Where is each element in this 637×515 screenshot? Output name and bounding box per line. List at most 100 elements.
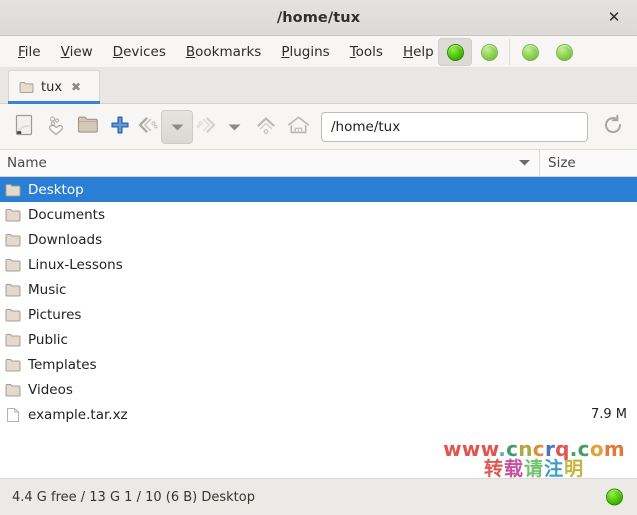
menu-mnemonic: P <box>281 43 290 60</box>
forward-history-button[interactable] <box>219 111 249 143</box>
file-row[interactable]: Linux-Lessons <box>0 252 637 277</box>
window-title: /home/tux <box>276 9 361 26</box>
file-row-name-cell: example.tar.xz <box>0 407 540 423</box>
title-bar: /home/tux ✕ <box>0 0 637 36</box>
file-row[interactable]: Videos <box>0 377 637 402</box>
column-header-size-label: Size <box>548 155 576 171</box>
menu-mnemonic: B <box>185 43 196 60</box>
file-name-label: Pictures <box>28 306 82 323</box>
file-row[interactable]: Documents <box>0 202 637 227</box>
window-close-button[interactable]: ✕ <box>603 7 625 29</box>
file-row[interactable]: Desktop <box>0 177 637 202</box>
plus-icon <box>110 115 130 139</box>
column-header-size[interactable]: Size <box>540 150 637 176</box>
file-row[interactable]: Public <box>0 327 637 352</box>
led-off-icon <box>480 43 498 61</box>
indicator-separator <box>509 39 510 65</box>
menu-item-plugins[interactable]: Plugins <box>271 40 339 64</box>
folder-icon <box>5 358 21 372</box>
led-off-icon <box>521 43 539 61</box>
view-mode-indicator-group <box>438 36 581 68</box>
file-name-label: Public <box>28 331 68 348</box>
file-name-label: Documents <box>28 206 105 223</box>
tab-bar: tux ✖ <box>0 68 637 104</box>
home-icon <box>287 115 310 139</box>
menu-bar: File View Devices Bookmarks Plugins Tools Help <box>0 36 637 68</box>
tab-tux[interactable]: tux ✖ <box>8 70 100 104</box>
column-header-name-label: Name <box>7 155 47 171</box>
file-row[interactable]: Downloads <box>0 227 637 252</box>
open-drive-button[interactable] <box>9 111 39 143</box>
chevron-down-icon <box>227 117 242 136</box>
home-button[interactable] <box>283 111 313 143</box>
drive-icon <box>14 114 34 140</box>
file-name-label: Videos <box>28 381 73 398</box>
led-off-icon <box>555 43 573 61</box>
column-header-row: Name Size <box>0 150 637 177</box>
document-icon <box>5 407 21 423</box>
menu-item-help[interactable]: Help <box>393 40 444 64</box>
folder-icon <box>5 333 21 347</box>
reload-button[interactable] <box>598 111 628 143</box>
file-row-name-cell: Documents <box>0 207 540 223</box>
file-name-label: Music <box>28 281 67 298</box>
bookmarks-button[interactable] <box>41 111 71 143</box>
folder-icon <box>5 308 21 322</box>
indicator-button-3[interactable] <box>513 36 547 68</box>
chevron-down-icon <box>170 117 185 136</box>
file-row-name-cell: Downloads <box>0 232 540 248</box>
file-row[interactable]: Music <box>0 277 637 302</box>
indicator-button-1[interactable] <box>438 38 472 66</box>
back-button[interactable] <box>137 111 159 143</box>
bookmark-heart-icon <box>45 114 67 140</box>
file-list[interactable]: Desktop Documents Downloads Linux-Lessons Mu… <box>0 177 637 478</box>
back-history-button[interactable] <box>161 109 193 144</box>
file-row[interactable]: Templates <box>0 352 637 377</box>
folder-icon <box>5 258 21 272</box>
file-row-name-cell: Linux-Lessons <box>0 257 540 273</box>
up-button[interactable] <box>251 111 281 143</box>
folder-icon <box>5 233 21 247</box>
file-row[interactable]: Pictures <box>0 302 637 327</box>
folder-icon <box>19 81 34 94</box>
menu-mnemonic: F <box>18 43 25 60</box>
indicator-button-4[interactable] <box>547 36 581 68</box>
chevron-down-icon[interactable] <box>518 155 531 171</box>
menu-mnemonic: D <box>112 43 124 60</box>
folder-icon <box>5 183 21 197</box>
menu-item-file[interactable]: File <box>8 40 51 64</box>
forward-arrow-icon <box>194 115 218 139</box>
reload-icon <box>602 114 624 140</box>
file-name-label: Templates <box>28 356 97 373</box>
file-row-name-cell: Desktop <box>0 182 540 198</box>
indicator-button-2[interactable] <box>472 36 506 68</box>
open-folder-button[interactable] <box>73 111 103 143</box>
folder-icon <box>5 383 21 397</box>
path-input[interactable] <box>331 118 578 135</box>
file-name-label: example.tar.xz <box>28 406 128 423</box>
file-name-label: Desktop <box>28 181 84 198</box>
file-row-name-cell: Videos <box>0 382 540 398</box>
menu-item-tools[interactable]: Tools <box>340 40 393 64</box>
menu-item-bookmarks[interactable]: Bookmarks <box>176 40 271 64</box>
file-name-label: Downloads <box>28 231 103 248</box>
menu-item-devices[interactable]: Devices <box>103 40 176 64</box>
folder-icon <box>5 283 21 297</box>
status-bar: 4.4 G free / 13 G 1 / 10 (6 B) Desktop <box>0 478 637 515</box>
path-bar[interactable] <box>321 111 588 142</box>
forward-button[interactable] <box>195 111 217 143</box>
column-header-name[interactable]: Name <box>0 150 540 176</box>
file-size-label: 7.9 M <box>590 407 627 422</box>
folder-icon <box>5 208 21 222</box>
file-row[interactable]: example.tar.xz 7.9 M <box>0 402 637 427</box>
folder-icon <box>77 115 99 138</box>
menu-mnemonic: V <box>60 43 70 60</box>
menu-item-list: File View Devices Bookmarks Plugins Tools Help <box>0 40 444 64</box>
file-row-name-cell: Music <box>0 282 540 298</box>
toolbar <box>0 104 637 150</box>
menu-item-view[interactable]: View <box>51 40 103 64</box>
back-arrow-icon <box>136 115 160 139</box>
led-on-icon <box>446 43 464 61</box>
new-tab-button[interactable] <box>105 111 135 143</box>
tab-close-icon[interactable]: ✖ <box>69 80 83 94</box>
